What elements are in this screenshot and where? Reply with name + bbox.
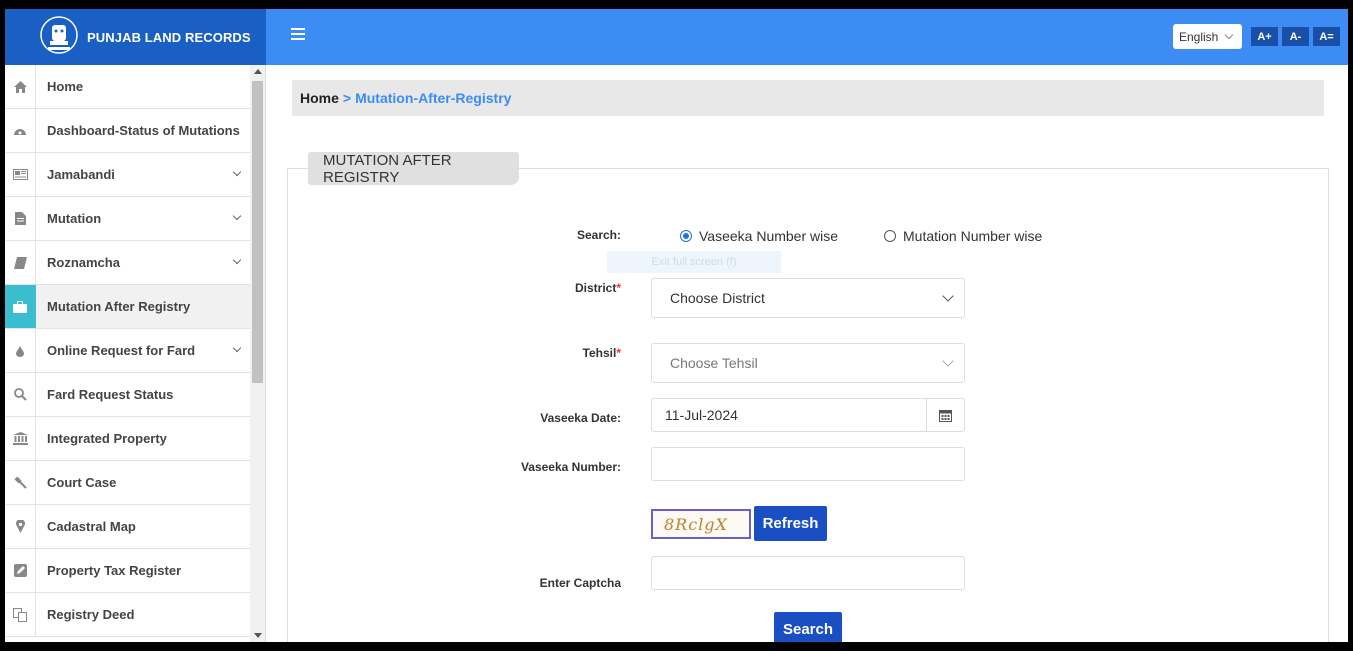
home-icon [5,65,36,108]
chevron-down-icon [232,255,242,265]
tehsil-label: Tehsil* [421,346,621,360]
sidebar-item-label: Mutation [47,211,102,226]
sidebar-item-court-case[interactable]: Court Case [5,461,250,505]
sidebar: Home Dashboard-Status of Mutations Jamab… [5,65,266,642]
sidebar-item-label: Integrated Property [47,431,167,446]
breadcrumb-separator: > [342,90,352,106]
language-value: English [1179,29,1219,44]
search-button[interactable]: Search [774,612,842,642]
captcha-label: Enter Captcha [539,576,621,590]
panel-title: MUTATION AFTER REGISTRY [308,152,519,186]
vaseeka-number-input[interactable] [651,447,965,481]
sidebar-item-label: Cadastral Map [47,519,136,534]
chevron-down-icon [232,167,242,177]
top-bar: English A+ A- A= [266,9,1348,65]
book-icon [5,241,36,284]
brand-title: PUNJAB LAND RECORDS [87,29,251,45]
scrollbar-thumb[interactable] [252,81,263,383]
radio-label: Mutation Number wise [903,228,1043,244]
captcha-input[interactable] [651,556,965,590]
sidebar-item-fard-request-status[interactable]: Fard Request Status [5,373,250,417]
sidebar-item-mutation-after-registry[interactable]: Mutation After Registry [5,285,250,329]
radio-mutation-number-wise[interactable]: Mutation Number wise [884,228,1042,244]
refresh-captcha-button[interactable]: Refresh [754,506,827,541]
search-icon [5,373,36,416]
dashboard-icon [5,109,36,152]
chevron-down-icon [942,355,954,367]
sidebar-item-roznamcha[interactable]: Roznamcha [5,241,250,285]
radio-unchecked-icon [884,230,896,242]
sidebar-item-integrated-property[interactable]: Integrated Property [5,417,250,461]
sidebar-item-label: Online Request for Fard [47,343,196,358]
edit-icon [5,549,36,592]
captcha-image: 8RclgX [651,509,751,539]
district-value: Choose District [670,290,765,306]
language-select[interactable]: English [1173,24,1242,49]
sidebar-item-online-request-fard[interactable]: Online Request for Fard [5,329,250,373]
scroll-up-icon[interactable] [254,69,262,74]
breadcrumb: Home > Mutation-After-Registry [292,80,1324,116]
required-mark: * [616,281,621,295]
bank-icon [5,417,36,460]
sidebar-item-label: Jamabandi [47,167,115,182]
sidebar-item-label: Court Case [47,475,117,490]
search-label: Search: [576,228,621,242]
chevron-down-icon [1225,30,1234,40]
calendar-icon[interactable] [926,399,964,431]
scroll-down-icon[interactable] [254,633,262,638]
app-window: PUNJAB LAND RECORDS English A+ A- A= Hom… [5,9,1348,642]
emblem-logo [39,15,79,59]
sidebar-item-property-tax-register[interactable]: Property Tax Register [5,549,250,593]
district-label-text: District [574,281,617,295]
copy-icon [5,593,36,636]
briefcase-icon [5,285,36,328]
sidebar-item-home[interactable]: Home [5,65,250,109]
hamburger-menu-icon[interactable] [291,28,305,42]
drop-icon [5,329,36,372]
required-mark: * [616,346,621,360]
sidebar-item-dashboard[interactable]: Dashboard-Status of Mutations [5,109,250,153]
tehsil-label-text: Tehsil [582,346,617,360]
chevron-down-icon [942,290,954,302]
font-increase-button[interactable]: A+ [1251,27,1278,46]
chevron-down-icon [232,211,242,221]
brand-bar: PUNJAB LAND RECORDS [5,9,266,65]
sidebar-item-jamabandi[interactable]: Jamabandi [5,153,250,197]
sidebar-item-cadastral-map[interactable]: Cadastral Map [5,505,250,549]
radio-checked-icon [680,230,692,242]
map-pin-icon [5,505,36,548]
sidebar-scrollbar[interactable] [250,65,265,642]
tehsil-value: Choose Tehsil [670,355,758,371]
gavel-icon [5,461,36,504]
sidebar-item-label: Property Tax Register [47,563,182,578]
district-select[interactable]: Choose District [651,278,965,318]
sidebar-item-mutation[interactable]: Mutation [5,197,250,241]
fullscreen-tooltip: Exit full screen (f) [607,251,781,273]
font-reset-button[interactable]: A= [1313,27,1340,46]
district-label: District* [421,281,621,295]
sidebar-item-label: Fard Request Status [47,387,174,402]
sidebar-item-registry-deed[interactable]: Registry Deed [5,593,250,637]
vaseeka-number-label: Vaseeka Number: [520,460,621,474]
sidebar-item-label: Mutation After Registry [47,299,191,314]
newspaper-icon [5,153,36,196]
radio-label: Vaseeka Number wise [699,228,839,244]
sidebar-item-label: Registry Deed [47,607,135,622]
tehsil-select[interactable]: Choose Tehsil [651,343,965,383]
sidebar-item-label: Home [47,79,84,94]
file-icon [5,197,36,240]
sidebar-item-label: Roznamcha [47,255,120,270]
radio-vaseeka-number-wise[interactable]: Vaseeka Number wise [680,228,838,244]
chevron-down-icon [232,343,242,353]
vaseeka-date-label: Vaseeka Date: [540,411,621,425]
sidebar-item-label: Dashboard-Status of Mutations [47,123,240,138]
breadcrumb-home[interactable]: Home [300,90,339,106]
vaseeka-date-value: 11-Jul-2024 [665,407,738,423]
vaseeka-date-field[interactable]: 11-Jul-2024 [651,398,965,432]
breadcrumb-current: Mutation-After-Registry [355,90,512,106]
font-decrease-button[interactable]: A- [1282,27,1309,46]
